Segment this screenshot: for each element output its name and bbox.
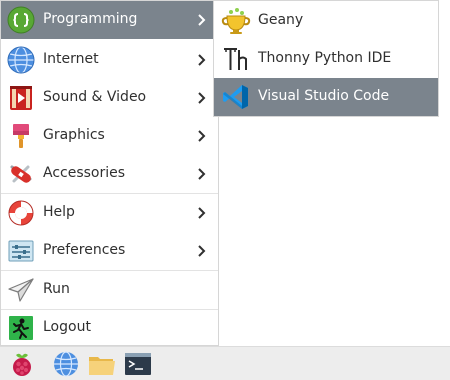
swiss-knife-icon	[10, 165, 32, 183]
geany-icon	[221, 8, 251, 34]
menu-item-label: Logout	[43, 319, 91, 335]
menu-item-sound-video[interactable]: Sound & Video	[1, 79, 218, 117]
menu-item-label: Preferences	[43, 242, 126, 258]
logout-icon	[9, 316, 33, 340]
raspberry-menu-icon[interactable]	[7, 349, 37, 379]
vscode-icon	[223, 85, 248, 109]
menu-item-run[interactable]: Run	[1, 271, 218, 309]
submenu-item-geany[interactable]: Geany	[214, 2, 438, 40]
submenu-item-label: Geany	[258, 12, 304, 28]
submenu-item-label: Thonny Python IDE	[258, 50, 392, 66]
chevron-right-icon	[198, 245, 206, 257]
menu-item-label: Internet	[43, 51, 99, 67]
sound-video-icon	[10, 86, 32, 110]
menu-item-internet[interactable]: Internet	[1, 41, 218, 79]
globe-icon	[7, 46, 35, 74]
preferences-icon	[8, 240, 34, 262]
taskbar	[0, 346, 450, 380]
menu-item-graphics[interactable]: Graphics	[1, 117, 218, 155]
chevron-right-icon	[198, 14, 206, 26]
programming-submenu: Geany Thonny Python IDE Visual Studio Co…	[213, 0, 439, 117]
menu-item-label: Sound & Video	[43, 89, 147, 105]
submenu-item-visual-studio-code[interactable]: Visual Studio Code	[214, 78, 438, 116]
submenu-item-thonny[interactable]: Thonny Python IDE	[214, 40, 438, 78]
menu-item-label: Help	[43, 204, 75, 220]
terminal-icon[interactable]	[123, 349, 153, 379]
application-menu: Programming Internet Sound & Video Graph…	[0, 0, 219, 346]
paper-plane-icon	[8, 278, 34, 302]
menu-item-label: Graphics	[43, 127, 105, 143]
chevron-right-icon	[198, 168, 206, 180]
menu-item-programming[interactable]: Programming	[1, 1, 218, 39]
menu-item-help[interactable]: Help	[1, 194, 218, 232]
submenu-item-label: Visual Studio Code	[258, 88, 390, 104]
menu-item-accessories[interactable]: Accessories	[1, 155, 218, 193]
chevron-right-icon	[198, 54, 206, 66]
lifebuoy-icon	[8, 200, 34, 226]
chevron-right-icon	[198, 92, 206, 104]
thonny-icon	[224, 48, 247, 70]
menu-item-label: Run	[43, 281, 70, 297]
paintbrush-icon	[13, 124, 29, 148]
menu-item-logout[interactable]: Logout	[1, 309, 218, 347]
chevron-right-icon	[198, 207, 206, 219]
menu-item-label: Accessories	[43, 165, 126, 181]
menu-item-preferences[interactable]: Preferences	[1, 232, 218, 270]
menu-item-label: Programming	[43, 11, 138, 27]
programming-icon	[7, 6, 35, 34]
file-manager-icon[interactable]	[87, 349, 117, 379]
web-browser-icon[interactable]	[51, 349, 81, 379]
chevron-right-icon	[198, 130, 206, 142]
